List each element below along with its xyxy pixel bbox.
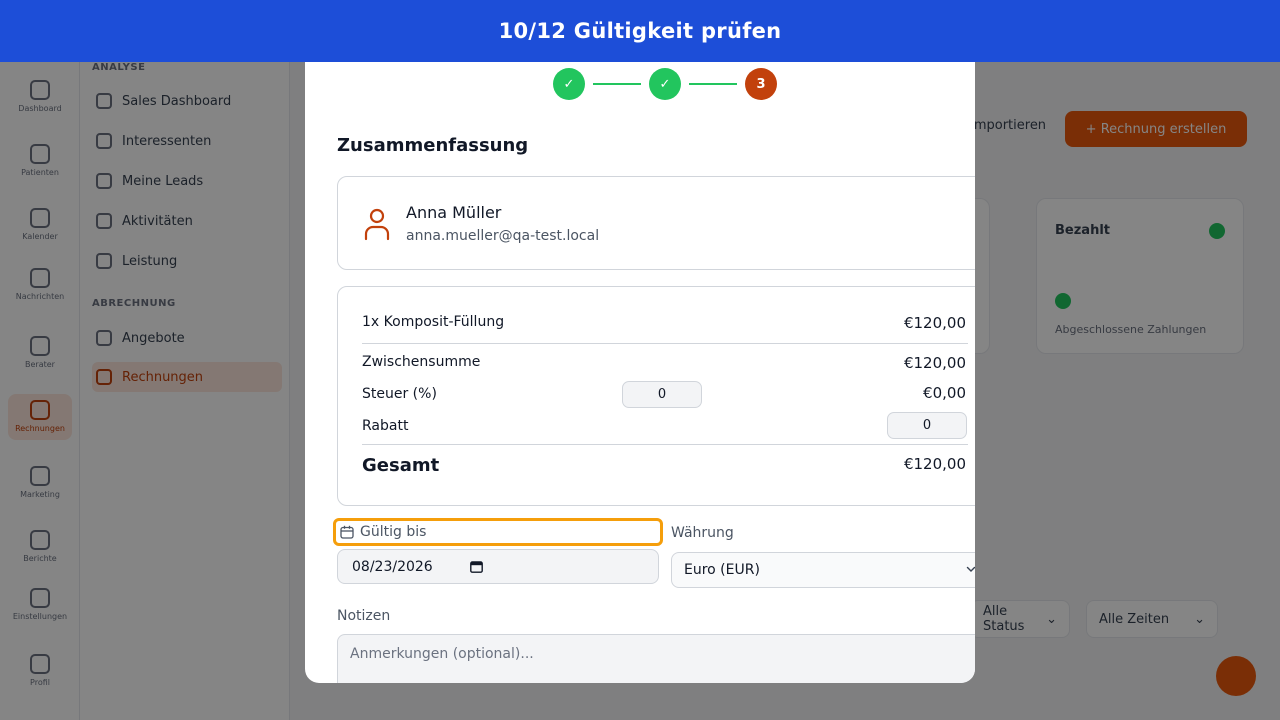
step-connector — [593, 83, 641, 85]
invoice-modal: ✓ ✓ 3 Zusammenfassung Anna Müller anna.m… — [305, 40, 975, 683]
step-1: ✓ — [553, 68, 585, 100]
step-2: ✓ — [649, 68, 681, 100]
calendar-icon — [340, 525, 354, 539]
valid-until-date-input[interactable]: 08/23/2026 — [337, 549, 659, 584]
discount-input[interactable]: 0 — [887, 412, 967, 439]
client-card: Anna Müller anna.mueller@qa-test.local — [337, 176, 975, 270]
total-amount: €120,00 — [903, 455, 966, 473]
currency-select[interactable]: Euro (EUR) — [671, 552, 975, 588]
valid-until-label: Gültig bis — [333, 518, 663, 546]
subtotal-amount: €120,00 — [903, 354, 966, 372]
tax-amount: €0,00 — [923, 384, 966, 402]
divider — [362, 444, 968, 445]
subtotal-label: Zwischensumme — [362, 354, 481, 370]
step-connector — [689, 83, 737, 85]
calendar-picker-icon[interactable] — [470, 560, 483, 573]
currency-label: Währung — [671, 525, 734, 541]
task-banner: 10/12 Gültigkeit prüfen — [0, 0, 1280, 62]
client-name: Anna Müller — [406, 203, 502, 222]
client-email: anna.mueller@qa-test.local — [406, 228, 600, 244]
person-icon — [364, 208, 390, 241]
currency-value: Euro (EUR) — [684, 562, 760, 578]
date-value: 08/23/2026 — [352, 558, 433, 575]
tax-input[interactable]: 0 — [622, 381, 702, 408]
section-title: Zusammenfassung — [337, 135, 529, 156]
chevron-down-icon — [966, 566, 975, 572]
notes-label: Notizen — [337, 608, 391, 624]
tax-label: Steuer (%) — [362, 386, 437, 402]
step-3: 3 — [745, 68, 777, 100]
total-label: Gesamt — [362, 455, 440, 476]
notes-textarea[interactable]: Anmerkungen (optional)... — [337, 634, 975, 683]
invoice-summary-card: 1x Komposit-Füllung €120,00 Zwischensumm… — [337, 286, 975, 506]
valid-until-text: Gültig bis — [360, 524, 427, 540]
stepper: ✓ ✓ 3 — [305, 68, 975, 100]
line-item-amount: €120,00 — [903, 314, 966, 332]
discount-label: Rabatt — [362, 418, 409, 434]
divider — [362, 343, 968, 344]
line-item-label: 1x Komposit-Füllung — [362, 314, 505, 330]
